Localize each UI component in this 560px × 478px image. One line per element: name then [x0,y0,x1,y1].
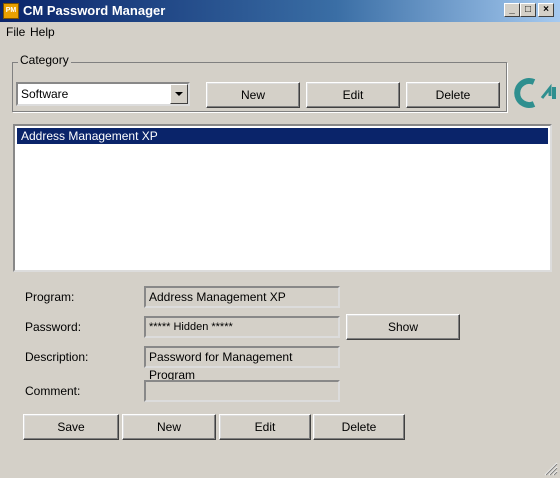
edit-entry-label: Edit [254,420,276,434]
delete-entry-button[interactable]: Delete [313,414,405,440]
program-label: Program: [25,290,75,304]
close-icon: × [543,4,549,15]
edit-entry-button[interactable]: Edit [219,414,311,440]
cm-logo-icon [514,78,556,108]
category-new-button[interactable]: New [206,82,300,108]
delete-entry-label: Delete [341,420,377,434]
menu-bar: File Help [0,22,560,42]
title-bar[interactable]: PM CM Password Manager _ □ × [0,0,560,22]
category-delete-label: Delete [435,88,471,102]
menu-help[interactable]: Help [30,25,55,39]
program-field[interactable]: Address Management XP [144,286,340,308]
new-entry-button[interactable]: New [122,414,216,440]
category-edit-label: Edit [342,88,364,102]
status-bar [0,458,560,478]
category-new-label: New [240,88,265,102]
minimize-button[interactable]: _ [504,3,520,17]
category-select[interactable]: Software [16,82,190,106]
show-password-button[interactable]: Show [346,314,460,340]
password-list[interactable]: Address Management XP [13,124,552,272]
description-label: Description: [25,350,89,364]
main-window: PM CM Password Manager _ □ × File Help C… [0,0,560,478]
description-field[interactable]: Password for Management Program [144,346,340,382]
comment-label: Comment: [25,384,81,398]
new-entry-label: New [156,420,181,434]
password-field[interactable]: ***** Hidden ***** [144,316,340,338]
category-edit-button[interactable]: Edit [306,82,400,108]
show-password-label: Show [387,320,419,334]
category-delete-button[interactable]: Delete [406,82,500,108]
resize-grip-icon[interactable] [544,462,558,476]
category-selected: Software [21,87,69,101]
maximize-icon: □ [524,4,532,15]
password-label: Password: [25,320,82,334]
comment-field[interactable] [144,380,340,402]
close-button[interactable]: × [538,3,554,17]
list-item[interactable]: Address Management XP [17,128,548,144]
save-button[interactable]: Save [23,414,119,440]
window-title: CM Password Manager [23,3,166,18]
category-legend: Category [18,53,71,67]
chevron-down-icon[interactable] [170,84,188,104]
minimize-icon: _ [509,4,515,15]
save-label: Save [57,420,85,434]
maximize-button[interactable]: □ [520,3,536,17]
menu-file[interactable]: File [6,25,25,39]
app-icon: PM [3,3,19,19]
